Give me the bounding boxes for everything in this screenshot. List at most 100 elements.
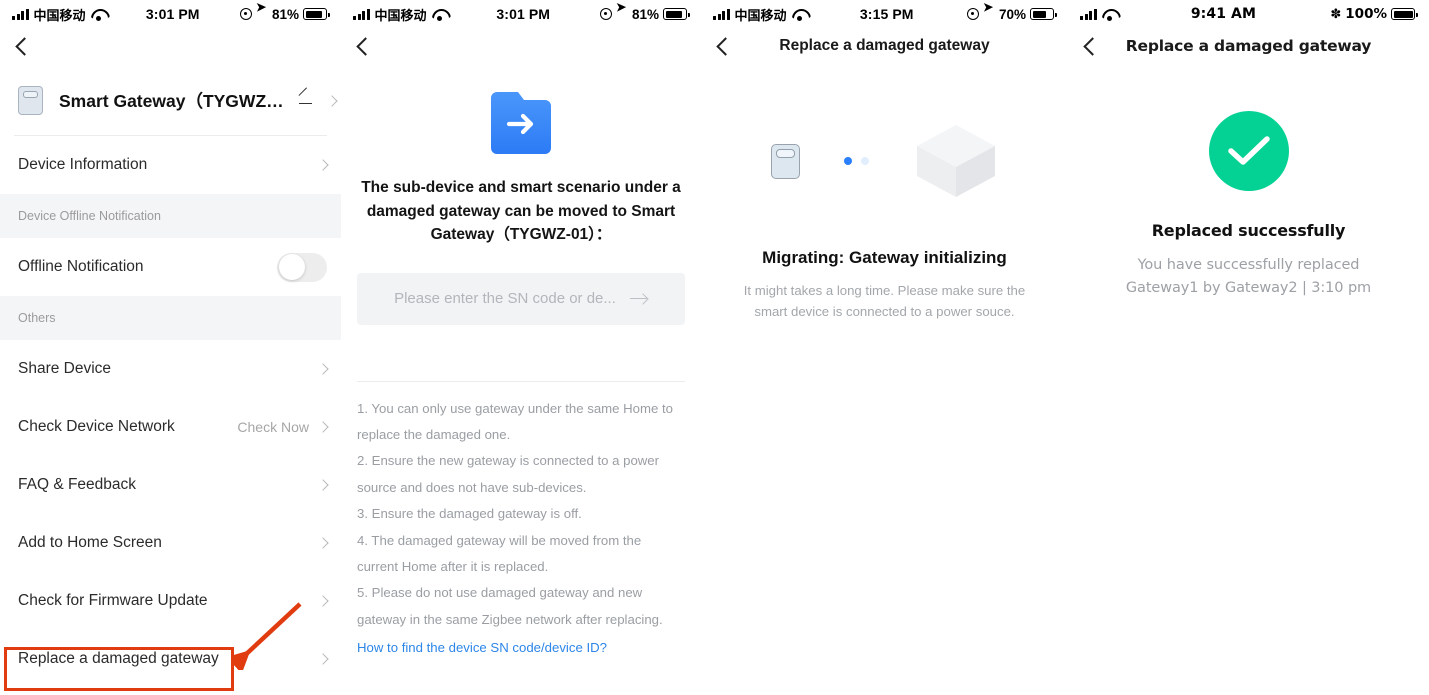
status-left-1: 中国移动 bbox=[12, 5, 106, 24]
location-arrow-icon bbox=[616, 8, 628, 20]
group-header-others: Others bbox=[0, 296, 341, 340]
note-item-1: 1. You can only use gateway under the sa… bbox=[357, 400, 673, 443]
battery-percent-3: 70% bbox=[998, 6, 1026, 22]
dot-inactive bbox=[860, 157, 869, 165]
battery-icon-2 bbox=[663, 8, 690, 20]
target-gateway-cube-icon bbox=[916, 125, 995, 197]
carrier-label: 中国移动 bbox=[33, 7, 86, 23]
status-right-4: ✽ 100% bbox=[1330, 6, 1418, 22]
edit-pencil-icon[interactable] bbox=[298, 94, 312, 108]
how-to-find-sn-link[interactable]: How to find the device SN code/device ID… bbox=[357, 640, 685, 655]
status-left-3: 中国移动 bbox=[713, 5, 807, 24]
status-left-4 bbox=[1080, 8, 1117, 21]
panel-device-settings: 中国移动 3:01 PM 81% Smart Gateway（TYGWZ… De… bbox=[0, 0, 341, 695]
migration-status-title: Migrating: Gateway initializing bbox=[762, 248, 1007, 267]
nav-bar-4: Replace a damaged gateway bbox=[1068, 28, 1429, 64]
back-button-3[interactable] bbox=[716, 36, 735, 56]
nav-bar-1 bbox=[0, 28, 341, 64]
row-faq-feedback[interactable]: FAQ & Feedback bbox=[0, 456, 341, 514]
location-services-icon bbox=[239, 8, 252, 20]
status-right-3: 70% bbox=[966, 6, 1057, 22]
row-label: Replace a damaged gateway bbox=[18, 650, 219, 667]
migration-description: The sub-device and smart scenario under … bbox=[361, 179, 681, 244]
status-left-2: 中国移动 bbox=[353, 5, 447, 24]
row-device-information[interactable]: Device Information bbox=[0, 136, 341, 194]
check-now-value: Check Now bbox=[237, 419, 309, 435]
gateway-device-icon bbox=[18, 86, 43, 115]
chevron-right-icon bbox=[317, 653, 329, 665]
migrate-folder-arrow-icon bbox=[491, 92, 551, 154]
row-label: Check Device Network bbox=[18, 418, 175, 435]
chevron-right-icon bbox=[317, 595, 329, 607]
signal-bars-icon bbox=[1080, 8, 1097, 20]
back-button-2[interactable] bbox=[356, 36, 375, 56]
bluetooth-icon: ✽ bbox=[1330, 6, 1342, 22]
row-label: FAQ & Feedback bbox=[18, 476, 137, 493]
row-check-device-network[interactable]: Check Device Network Check Now bbox=[0, 398, 341, 456]
note-item-5: 5. Please do not use damaged gateway and… bbox=[357, 585, 663, 627]
row-offline-notification[interactable]: Offline Notification bbox=[0, 238, 341, 296]
battery-percent-4: 100% bbox=[1345, 6, 1387, 22]
source-gateway-icon bbox=[770, 143, 800, 179]
migration-status-subtitle: It might takes a long time. Please make … bbox=[743, 283, 1026, 320]
nav-bar-2 bbox=[341, 28, 701, 64]
page-title-4: Replace a damaged gateway bbox=[1125, 37, 1372, 55]
chevron-right-icon bbox=[317, 363, 329, 375]
status-right-2: 81% bbox=[599, 6, 690, 22]
success-check-icon bbox=[1208, 111, 1289, 191]
battery-icon-3 bbox=[1030, 8, 1057, 20]
wifi-icon bbox=[432, 9, 447, 21]
row-label: Offline Notification bbox=[18, 258, 144, 275]
panel-replace-gateway-form: 中国移动 3:01 PM 81% bbox=[341, 0, 701, 695]
location-services-icon bbox=[599, 8, 612, 20]
row-label: Device Information bbox=[18, 156, 148, 173]
row-check-firmware-update[interactable]: Check for Firmware Update bbox=[0, 572, 341, 630]
chevron-right-icon bbox=[317, 159, 329, 171]
chevron-right-icon bbox=[317, 421, 329, 433]
chevron-right-icon bbox=[325, 94, 338, 107]
row-label: Check for Firmware Update bbox=[18, 592, 208, 609]
device-name-label: Smart Gateway（TYGWZ… bbox=[59, 91, 284, 111]
row-add-to-home-screen[interactable]: Add to Home Screen bbox=[0, 514, 341, 572]
group-header-offline: Device Offline Notification bbox=[0, 194, 341, 238]
divider bbox=[357, 380, 685, 382]
wifi-icon bbox=[792, 9, 807, 21]
location-arrow-icon bbox=[983, 8, 995, 20]
row-share-device[interactable]: Share Device bbox=[0, 340, 341, 398]
offline-notification-toggle[interactable] bbox=[277, 252, 327, 282]
note-item-4: 4. The damaged gateway will be moved fro… bbox=[357, 532, 642, 575]
row-replace-damaged-gateway[interactable]: Replace a damaged gateway bbox=[0, 630, 341, 688]
status-time-1: 3:01 PM bbox=[145, 6, 200, 22]
sn-code-input[interactable]: Please enter the SN code or de... bbox=[357, 272, 685, 325]
status-bar-4: 9:41 AM ✽ 100% bbox=[1068, 0, 1429, 28]
back-button-1[interactable] bbox=[15, 36, 34, 56]
wifi-icon bbox=[1102, 9, 1117, 21]
screenshot-root: 中国移动 3:01 PM 81% Smart Gateway（TYGWZ… De… bbox=[0, 0, 1429, 695]
nav-bar-3: Replace a damaged gateway bbox=[701, 28, 1068, 64]
location-services-icon bbox=[966, 8, 979, 20]
row-label: Add to Home Screen bbox=[18, 534, 162, 551]
back-button-4[interactable] bbox=[1083, 36, 1102, 56]
note-item-3: 3. Ensure the damaged gateway is off. bbox=[357, 506, 582, 522]
status-bar-3: 中国移动 3:15 PM 70% bbox=[701, 0, 1068, 28]
chevron-right-icon bbox=[317, 537, 329, 549]
battery-icon-4 bbox=[1391, 8, 1418, 20]
status-time-4: 9:41 AM bbox=[1190, 6, 1257, 22]
migration-illustration bbox=[701, 86, 1068, 236]
status-time-3: 3:15 PM bbox=[859, 6, 914, 22]
page-title-3: Replace a damaged gateway bbox=[779, 37, 990, 54]
device-header-row[interactable]: Smart Gateway（TYGWZ… bbox=[0, 64, 341, 135]
success-title: Replaced successfully bbox=[1151, 221, 1346, 240]
panel-replaced-success: 9:41 AM ✽ 100% Replace a damaged gateway… bbox=[1068, 0, 1429, 695]
panel-migrating: 中国移动 3:15 PM 70% Replace a damaged gatew… bbox=[701, 0, 1068, 695]
battery-icon-1 bbox=[303, 8, 330, 20]
row-label: Share Device bbox=[18, 360, 112, 377]
progress-dots bbox=[843, 157, 869, 165]
note-item-2: 2. Ensure the new gateway is connected t… bbox=[357, 453, 660, 495]
carrier-label: 中国移动 bbox=[374, 7, 427, 23]
success-subtitle: You have successfully replaced Gateway1 … bbox=[1125, 257, 1372, 297]
status-bar-1: 中国移动 3:01 PM 81% bbox=[0, 0, 341, 28]
submit-arrow-icon[interactable] bbox=[629, 292, 648, 306]
battery-percent-2: 81% bbox=[631, 6, 659, 22]
carrier-label: 中国移动 bbox=[734, 7, 787, 23]
